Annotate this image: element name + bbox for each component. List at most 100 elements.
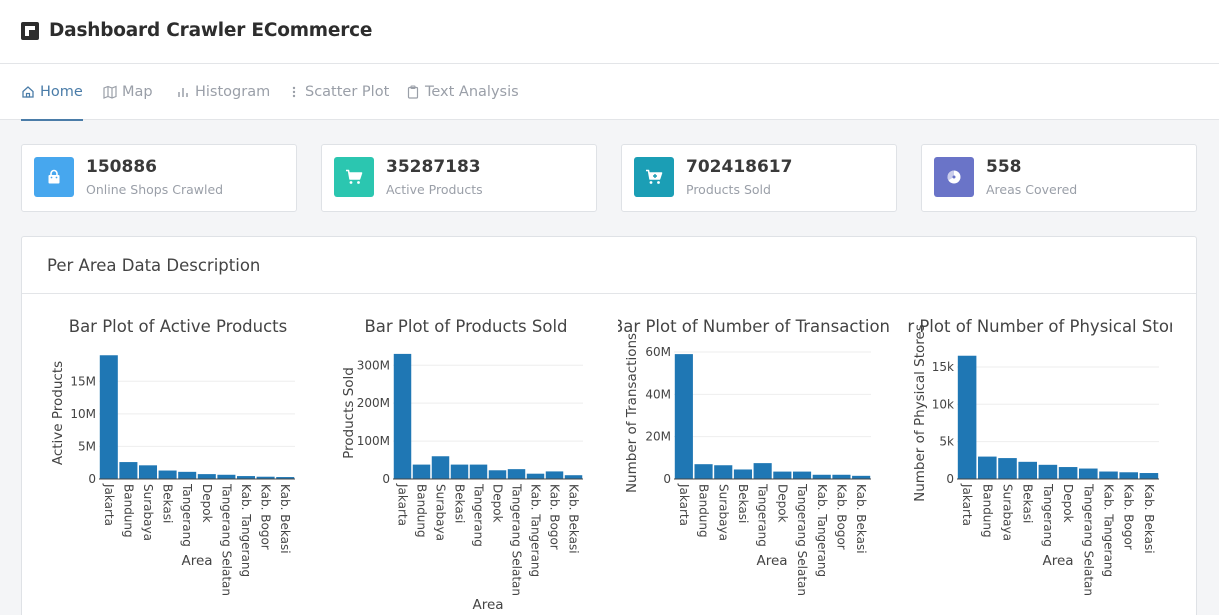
chart-4: 0 5k 10k 15k Jakarta Bandung Surabaya Bekasi Tan… [886, 317, 1194, 596]
x-tick-label: Kab. Bogor [1122, 484, 1136, 550]
y-tick-label: 5M [78, 439, 96, 453]
bar [138, 465, 158, 479]
bar [1079, 468, 1098, 479]
chart-title-group: Bar Plot of Number of Transaction [618, 317, 890, 336]
bar [674, 354, 693, 479]
x-tick-label: Kab. Bogor [548, 484, 562, 550]
x-axis-label: Area [181, 553, 212, 569]
x-tick-label: Bandung [121, 484, 135, 538]
y-tick-label: 0 [382, 472, 390, 486]
x-tick-label: Bekasi [161, 484, 175, 523]
x-tick-label: Bandung [697, 484, 711, 538]
x-tick-label: Surabaya [1001, 484, 1015, 541]
y-tick-label: 15k [932, 360, 954, 374]
x-tick-label: Depok [1061, 484, 1075, 523]
bar [832, 474, 851, 479]
y-tick-label: 300M [357, 358, 390, 372]
chart-title-group: Bar Plot of Active Products [69, 317, 287, 336]
bar [99, 355, 118, 479]
x-tick-label: Jakarta [396, 483, 410, 526]
x-axis-label: Area [1042, 553, 1073, 569]
bar [412, 464, 431, 479]
chart-1: 0 5M 10M 15M Jakarta Bandung Surabaya Bekasi Tan… [50, 317, 295, 596]
bar [450, 464, 469, 479]
y-axis-label: Active Products [50, 361, 66, 465]
bar [1058, 467, 1078, 479]
x-tick-label: Kab. Tangerang [239, 484, 253, 577]
x-tick-label: Tangerang [756, 483, 770, 547]
y-tick-label: 10M [70, 407, 96, 421]
bar [545, 471, 564, 479]
x-tick-label: Bekasi [1021, 484, 1035, 523]
x-tick-label: Depok [775, 484, 789, 523]
x-tick-label: Kab. Tangerang [815, 484, 829, 577]
x-tick-label: Kab. Bekasi [1142, 484, 1156, 554]
x-tick-label: Depok [200, 484, 214, 523]
x-axis-label: Area [756, 553, 787, 569]
bar [773, 471, 792, 479]
y-tick-label: 40M [645, 387, 671, 401]
y-axis-label: Products Sold [341, 367, 357, 459]
x-tick-label: Jakarta [102, 483, 116, 526]
bar-charts: 0 5M 10M 15M Jakarta Bandung Surabaya Bekasi Tan… [50, 317, 1194, 613]
x-tick-label: Bekasi [736, 484, 750, 523]
y-tick-label: 0 [946, 472, 954, 486]
bar [469, 464, 488, 479]
bar [158, 470, 177, 479]
chart-title-group: Bar Plot of Products Sold [364, 317, 567, 336]
bar [1139, 473, 1159, 479]
x-tick-label: Kab. Bekasi [567, 484, 581, 554]
bar [564, 475, 583, 479]
y-tick-label: 20M [645, 430, 671, 444]
x-tick-label: Kab. Tangerang [529, 484, 543, 577]
bar [792, 471, 812, 479]
bar [178, 471, 197, 479]
bar [753, 463, 772, 479]
x-tick-label: Surabaya [716, 484, 730, 541]
bar [217, 474, 236, 479]
bar [526, 473, 545, 479]
y-tick-label: 5k [939, 435, 954, 449]
x-axis-label: Area [472, 597, 503, 613]
x-tick-label: Tangerang Selatan [1081, 483, 1095, 596]
bar [1099, 471, 1118, 479]
x-tick-label: Surabaya [141, 484, 155, 541]
y-axis-label: Number of Physical Stores [912, 324, 928, 502]
chart-title: Bar Plot of Number of Physical Stores [886, 317, 1194, 336]
bar [714, 465, 733, 479]
y-tick-label: 15M [70, 374, 96, 388]
bar [431, 456, 450, 479]
bar [812, 474, 831, 479]
x-tick-label: Tangerang Selatan [510, 483, 524, 596]
bar [197, 474, 216, 479]
y-tick-label: 10k [932, 397, 954, 411]
bar [1038, 464, 1058, 479]
bar [998, 458, 1017, 479]
chart-title: Bar Plot of Active Products [69, 317, 287, 336]
x-tick-label: Kab. Bekasi [854, 484, 868, 554]
bar [1119, 472, 1138, 479]
bar [733, 469, 753, 479]
bar [694, 464, 713, 479]
x-tick-label: Tangerang Selatan [795, 483, 809, 596]
chart-3: 0 20M 40M 60M Jakarta Bandung Surabaya Bekasi Ta… [618, 317, 890, 596]
x-tick-label: Tangerang [1041, 483, 1055, 547]
x-tick-label: Kab. Bogor [834, 484, 848, 550]
y-tick-label: 100M [357, 434, 390, 448]
bar [488, 470, 507, 479]
x-tick-label: Tangerang [472, 483, 486, 547]
chart-title: Bar Plot of Products Sold [364, 317, 567, 336]
bar [978, 456, 997, 479]
x-tick-label: Bandung [415, 484, 429, 538]
x-tick-label: Kab. Bogor [259, 484, 273, 550]
bar [119, 462, 138, 479]
bar [957, 355, 977, 479]
y-tick-label: 200M [357, 396, 390, 410]
x-tick-label: Depok [491, 484, 505, 523]
chart-title-group: Bar Plot of Number of Physical Stores [886, 317, 1194, 336]
x-tick-label: Surabaya [434, 484, 448, 541]
x-tick-label: Bandung [980, 484, 994, 538]
chart-2: 0 100M 200M 300M Jakarta Bandung Surabaya Bekas… [341, 317, 583, 613]
x-tick-label: Jakarta [960, 483, 974, 526]
x-tick-label: Jakarta [677, 483, 691, 526]
